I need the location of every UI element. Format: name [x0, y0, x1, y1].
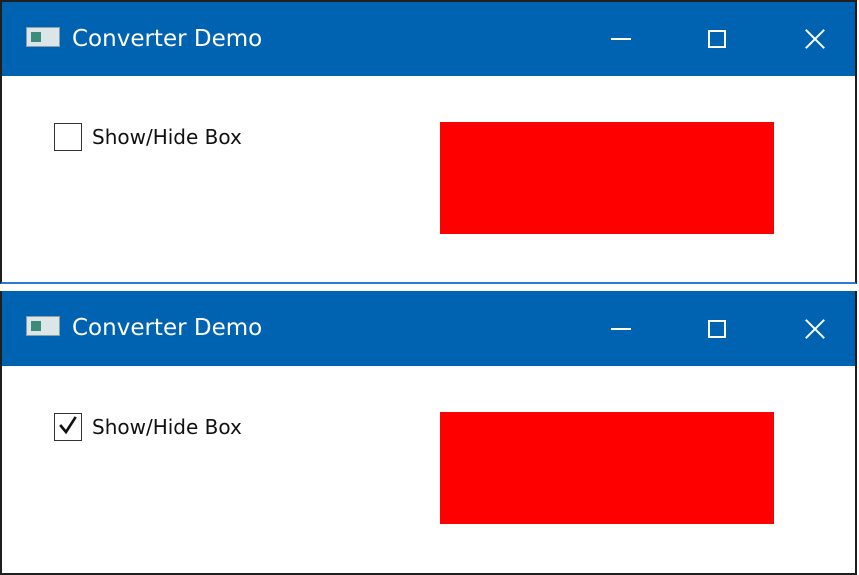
- window-unchecked: Converter Demo Show/Hide Box: [0, 0, 857, 284]
- close-button[interactable]: [780, 291, 850, 366]
- checkbox-box[interactable]: [54, 123, 82, 151]
- checkbox-label[interactable]: Show/Hide Box: [92, 415, 242, 439]
- window-checked: Converter Demo Show/Hide Box: [0, 291, 857, 575]
- close-icon: [804, 318, 826, 340]
- app-window-icon: [26, 316, 60, 336]
- window-content: Show/Hide Box: [2, 366, 855, 573]
- window-title: Converter Demo: [72, 26, 263, 52]
- close-icon: [804, 28, 826, 50]
- checkbox-label[interactable]: Show/Hide Box: [92, 125, 242, 149]
- red-box: [440, 412, 774, 524]
- minimize-icon: [611, 327, 631, 330]
- app-window-icon: [26, 27, 60, 47]
- minimize-button[interactable]: [586, 2, 656, 76]
- title-bar[interactable]: Converter Demo: [2, 2, 855, 76]
- checkbox-box[interactable]: [54, 413, 82, 441]
- minimize-button[interactable]: [586, 291, 656, 366]
- maximize-button[interactable]: [682, 2, 752, 76]
- maximize-icon: [708, 319, 726, 338]
- red-box: [440, 122, 774, 234]
- close-button[interactable]: [780, 2, 850, 76]
- show-hide-checkbox[interactable]: Show/Hide Box: [54, 412, 242, 442]
- show-hide-checkbox[interactable]: Show/Hide Box: [54, 122, 242, 152]
- window-content: Show/Hide Box: [2, 76, 855, 282]
- checkmark-icon: [59, 416, 77, 435]
- maximize-button[interactable]: [682, 291, 752, 366]
- window-title: Converter Demo: [72, 315, 263, 341]
- title-bar[interactable]: Converter Demo: [2, 291, 855, 366]
- minimize-icon: [611, 38, 631, 40]
- maximize-icon: [708, 30, 726, 48]
